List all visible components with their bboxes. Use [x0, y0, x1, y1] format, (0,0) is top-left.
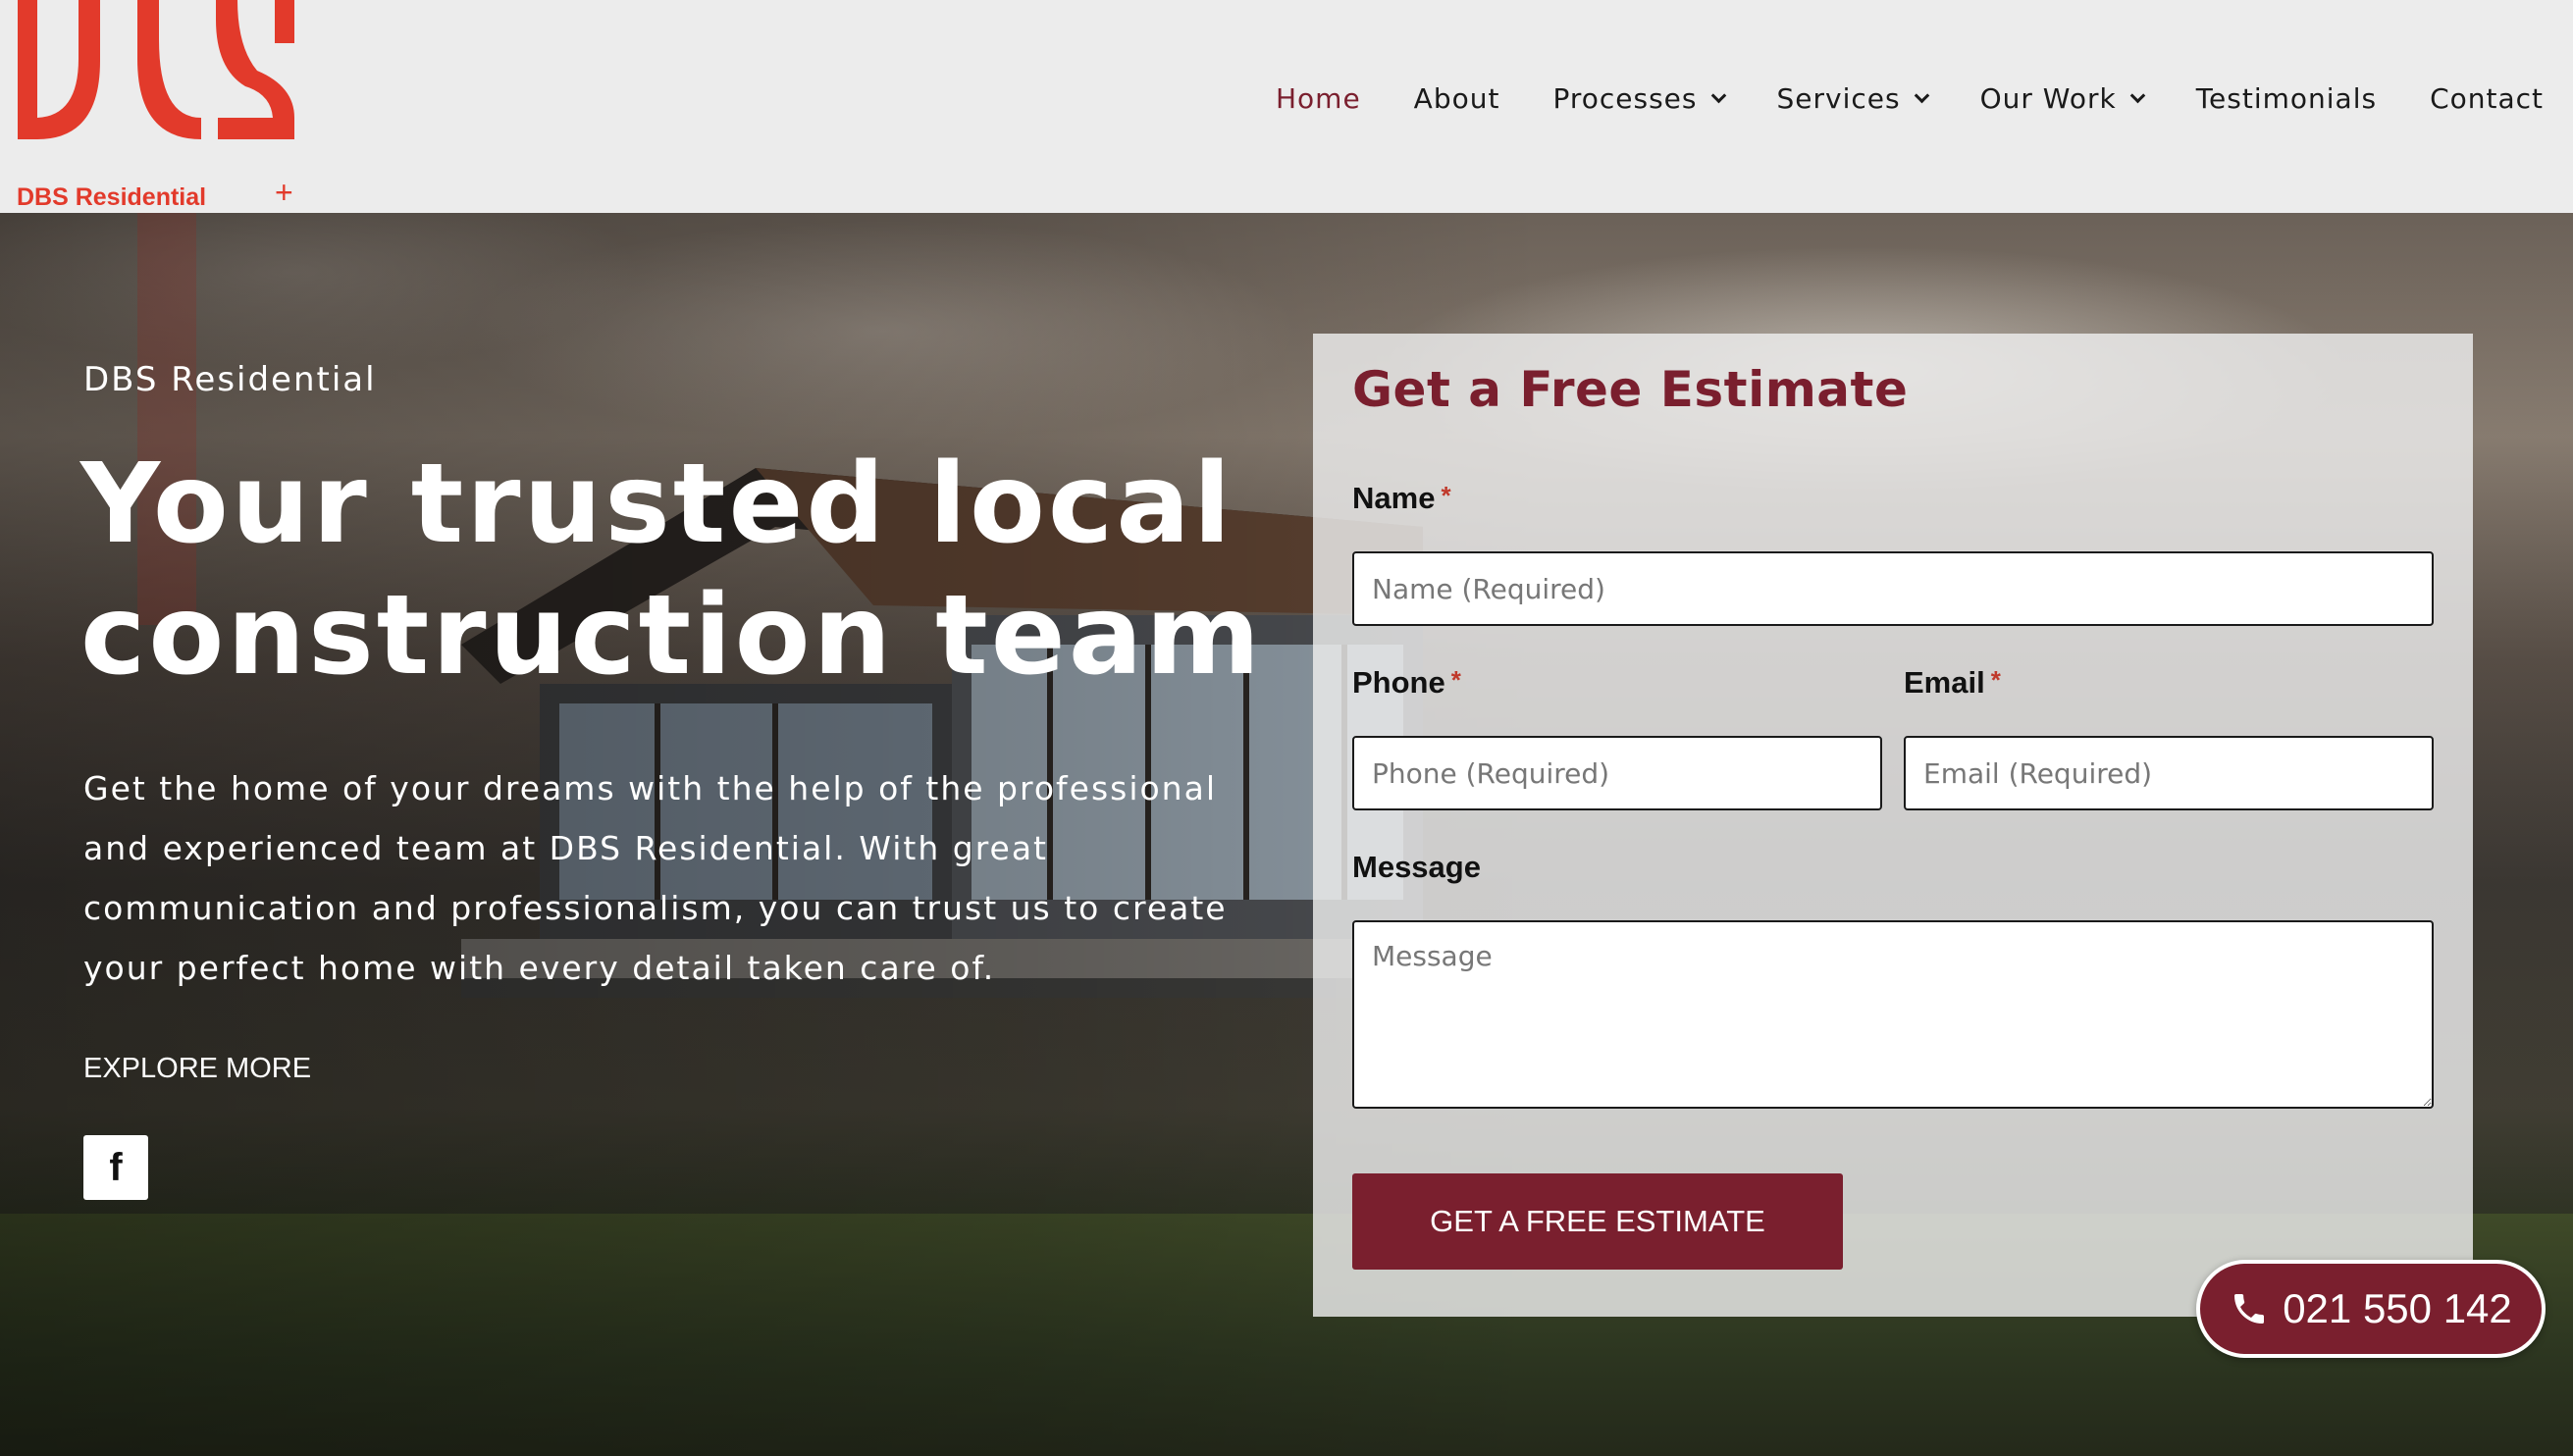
required-marker: *: [1450, 665, 1461, 695]
main-nav: Home About Processes Services Our Work T…: [1276, 82, 2544, 115]
name-input[interactable]: [1352, 551, 2434, 626]
nav-contact[interactable]: Contact: [2430, 82, 2544, 115]
estimate-form: Get a Free Estimate Name* Phone* Email* …: [1313, 334, 2473, 1317]
phone-label-text: Phone: [1352, 665, 1445, 700]
hero-eyebrow: DBS Residential: [83, 360, 377, 399]
get-estimate-button[interactable]: GET A FREE ESTIMATE: [1352, 1173, 1843, 1270]
nav-services[interactable]: Services: [1776, 82, 1929, 115]
message-textarea[interactable]: [1352, 920, 2434, 1109]
explore-more-link[interactable]: EXPLORE MORE: [83, 1053, 311, 1085]
dbs-logo-icon: [18, 0, 294, 139]
phone-number: 021 550 142: [2283, 1285, 2512, 1331]
required-marker: *: [1990, 665, 2001, 695]
nav-home[interactable]: Home: [1276, 82, 1361, 115]
nav-home-label: Home: [1275, 82, 1361, 115]
site-logo[interactable]: DBS Residential +: [0, 0, 314, 213]
nav-processes[interactable]: Processes: [1552, 82, 1726, 115]
required-marker: *: [1441, 481, 1451, 510]
nav-testimonials-label: Testimonials: [2195, 82, 2378, 115]
hero-intro: Get the home of your dreams with the hel…: [83, 769, 1228, 987]
name-label: Name *: [1352, 481, 1451, 516]
email-input[interactable]: [1904, 736, 2434, 810]
chevron-down-icon: [2129, 87, 2145, 104]
facebook-icon: f: [109, 1146, 123, 1189]
name-label-text: Name: [1352, 481, 1436, 515]
facebook-button[interactable]: f: [83, 1135, 148, 1200]
chevron-down-icon: [1914, 87, 1929, 104]
nav-our-work[interactable]: Our Work: [1979, 82, 2145, 115]
call-phone-button[interactable]: 021 550 142: [2196, 1260, 2546, 1358]
nav-contact-label: Contact: [2430, 82, 2544, 115]
logo-wordmark: DBS Residential: [17, 183, 207, 211]
phone-label: Phone *: [1352, 665, 1461, 701]
email-label: Email *: [1904, 665, 2001, 701]
nav-services-label: Services: [1776, 82, 1901, 115]
nav-about-label: About: [1413, 82, 1500, 115]
nav-about[interactable]: About: [1414, 82, 1500, 115]
form-title: Get a Free Estimate: [1352, 361, 1909, 418]
nav-our-work-label: Our Work: [1979, 82, 2117, 115]
expand-plus-icon[interactable]: +: [275, 177, 293, 208]
nav-testimonials[interactable]: Testimonials: [2196, 82, 2377, 115]
phone-input[interactable]: [1352, 736, 1882, 810]
nav-processes-label: Processes: [1552, 82, 1698, 115]
message-label: Message: [1352, 850, 1481, 884]
email-label-text: Email: [1904, 665, 1985, 700]
chevron-down-icon: [1710, 87, 1726, 104]
phone-icon: [2234, 1294, 2265, 1324]
hero-headline: Your trusted local construction team: [80, 441, 1264, 700]
site-header: DBS Residential + Home About Processes S…: [0, 0, 2573, 213]
